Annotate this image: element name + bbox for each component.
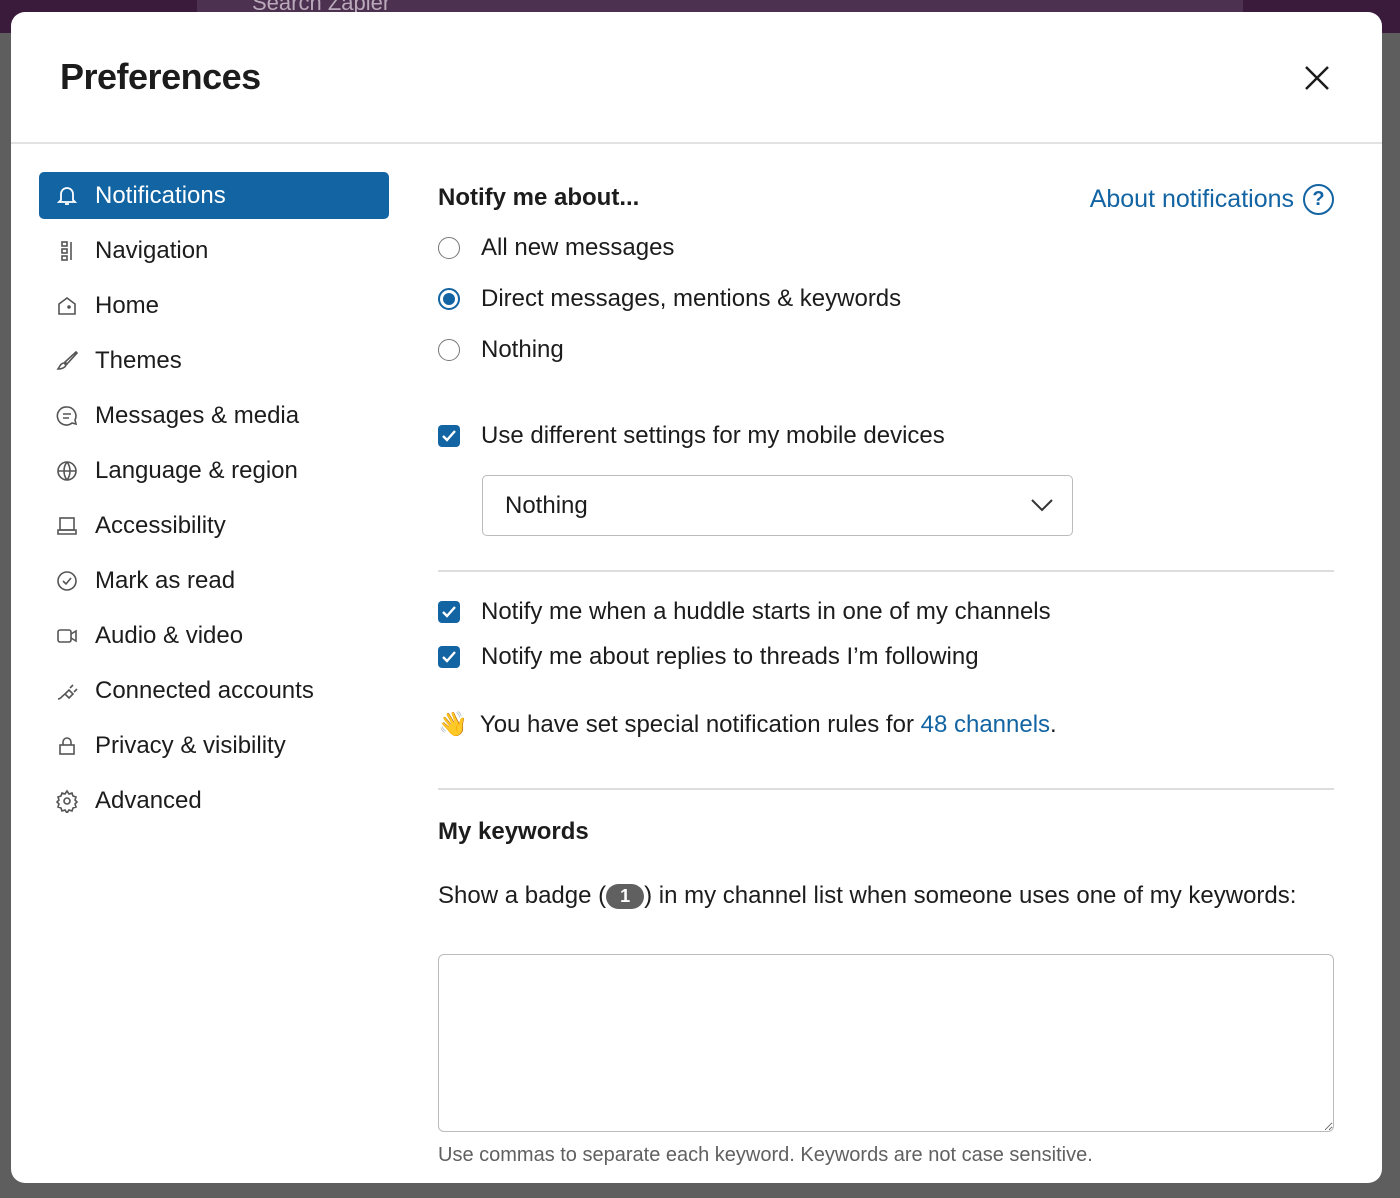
special-rules-text: You have set special notification rules … (479, 710, 921, 738)
divider (438, 788, 1334, 790)
special-rules-note: 👋 You have set special notification rules… (438, 710, 1057, 739)
sidebar-item-language-region[interactable]: Language & region (39, 447, 389, 494)
sidebar-item-themes[interactable]: Themes (39, 337, 389, 384)
desc-text: ) in my channel list when someone uses o… (644, 882, 1297, 909)
sidebar-item-messages-media[interactable]: Messages & media (39, 392, 389, 439)
huddle-checkbox[interactable]: Notify me when a huddle starts in one of… (438, 598, 1051, 626)
video-icon (57, 628, 77, 643)
sidebar-item-label: Home (95, 291, 160, 319)
globe-icon (57, 460, 77, 481)
radio-button[interactable] (438, 288, 460, 310)
sidebar-item-label: Privacy & visibility (95, 731, 286, 759)
preferences-modal: Preferences Notifications Navigation Hom… (11, 12, 1382, 1183)
sidebar-item-label: Navigation (95, 236, 209, 264)
message-icon (56, 405, 78, 426)
bell-icon (56, 186, 78, 205)
sidebar-item-accessibility[interactable]: Accessibility (39, 502, 389, 549)
check-circle-icon (57, 570, 77, 591)
badge-example: 1 (606, 883, 645, 909)
laptop-icon (57, 516, 77, 535)
about-link-text[interactable]: About notifications (1090, 185, 1294, 214)
sidebar-item-label: Notifications (95, 181, 226, 209)
keywords-hint: Use commas to separate each keyword. Key… (438, 1144, 1093, 1166)
radio-label: Direct messages, mentions & keywords (481, 285, 902, 312)
radio-all-new-messages[interactable]: All new messages (438, 234, 674, 262)
sidebar-item-connected-accounts[interactable]: Connected accounts (39, 667, 389, 714)
desc-text: Show a badge ( (438, 882, 607, 909)
sidebar-item-label: Messages & media (95, 401, 300, 429)
checkbox[interactable] (438, 425, 460, 447)
keywords-input[interactable] (438, 954, 1334, 1132)
sidebar-item-mark-as-read[interactable]: Mark as read (39, 557, 389, 604)
sidebar-item-audio-video[interactable]: Audio & video (39, 612, 389, 659)
close-icon[interactable] (1301, 62, 1333, 94)
checkbox[interactable] (438, 601, 460, 623)
gear-icon (55, 789, 79, 813)
sidebar-item-privacy-visibility[interactable]: Privacy & visibility (39, 722, 389, 769)
checkbox-label: Notify me when a huddle starts in one of… (481, 598, 1051, 625)
channels-link[interactable]: 48 channels (921, 711, 1050, 739)
lock-icon (59, 736, 75, 755)
modal-title: Preferences (60, 56, 261, 97)
plug-icon (57, 683, 78, 700)
keywords-heading: My keywords (438, 818, 589, 845)
sidebar-item-label: Advanced (95, 786, 202, 814)
sidebar-item-home[interactable]: Home (39, 282, 389, 329)
radio-button[interactable] (438, 339, 460, 361)
radio-label: Nothing (481, 336, 564, 363)
paintbrush-icon (56, 350, 79, 370)
sidebar-item-advanced[interactable]: Advanced (39, 777, 389, 824)
waving-hand-icon: 👋 (438, 711, 468, 738)
chevron-down-icon (1031, 499, 1053, 512)
radio-nothing[interactable]: Nothing (438, 336, 564, 364)
checkbox-label: Notify me about replies to threads I’m f… (481, 643, 979, 670)
radio-direct-messages[interactable]: Direct messages, mentions & keywords (438, 285, 901, 313)
sidebar-item-navigation[interactable]: Navigation (39, 227, 389, 274)
sidebar-item-label: Language & region (95, 456, 298, 484)
check-icon (442, 606, 456, 618)
threads-checkbox[interactable]: Notify me about replies to threads I’m f… (438, 643, 979, 671)
sidebar-item-label: Connected accounts (95, 676, 314, 704)
home-icon (58, 296, 76, 315)
sidebar-item-notifications[interactable]: Notifications (39, 172, 389, 219)
radio-label: All new messages (481, 234, 675, 261)
navigation-icon (61, 240, 72, 261)
sidebar-item-label: Audio & video (95, 621, 244, 649)
sidebar: Notifications Navigation Home Themes Mes… (39, 172, 389, 832)
check-icon (442, 430, 456, 442)
checkbox-label: Use different settings for my mobile dev… (481, 422, 945, 449)
notify-heading: Notify me about... (438, 184, 640, 211)
about-notifications-link[interactable]: About notifications? (1090, 184, 1334, 215)
help-icon[interactable]: ? (1303, 184, 1334, 215)
radio-button[interactable] (438, 237, 460, 259)
mobile-settings-checkbox[interactable]: Use different settings for my mobile dev… (438, 422, 945, 450)
keywords-description: Show a badge (1) in my channel list when… (438, 882, 1296, 910)
sidebar-item-label: Themes (95, 346, 182, 374)
sidebar-item-label: Accessibility (95, 511, 226, 539)
mobile-notify-select[interactable]: Nothing (482, 475, 1073, 536)
check-icon (442, 651, 456, 663)
select-value: Nothing (505, 491, 588, 519)
special-rules-suffix: . (1050, 710, 1057, 738)
header-divider (11, 142, 1382, 144)
divider (438, 570, 1334, 572)
checkbox[interactable] (438, 646, 460, 668)
sidebar-item-label: Mark as read (95, 566, 236, 594)
